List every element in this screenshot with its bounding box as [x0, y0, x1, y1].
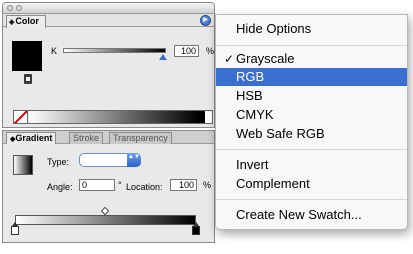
menu-item-label: RGB — [236, 69, 265, 84]
gradient-panel: ◆Gradient Stroke Transparency Type: ▲▼ A… — [2, 130, 215, 243]
menu-item-label: HSB — [236, 88, 263, 103]
gradient-bar[interactable] — [15, 215, 196, 225]
menu-separator — [216, 149, 407, 150]
type-label: Type: — [47, 157, 70, 167]
tab-stroke[interactable]: Stroke — [69, 132, 104, 144]
menu-separator — [216, 45, 407, 46]
tab-gradient-label: Gradient — [15, 133, 53, 143]
gradient-type-select[interactable]: ▲▼ — [79, 153, 141, 167]
k-slider-thumb[interactable] — [159, 54, 167, 60]
tab-color[interactable]: ◆Color — [6, 15, 46, 28]
menu-separator — [216, 199, 407, 200]
menu-item-hsb[interactable]: HSB — [216, 87, 407, 105]
menu-item-label: Invert — [236, 157, 269, 172]
color-tab-row: ◆Color ▶ — [3, 14, 214, 28]
menu-item-label: Web Safe RGB — [236, 126, 325, 141]
tab-transparency[interactable]: Transparency — [109, 132, 172, 144]
menu-item-cmyk[interactable]: CMYK — [216, 106, 407, 124]
gradient-stop-black[interactable] — [192, 222, 200, 235]
fill-color-swatch[interactable] — [12, 41, 42, 71]
close-dot-icon[interactable] — [7, 5, 13, 11]
menu-item-hide-options[interactable]: Hide Options — [216, 20, 407, 38]
gradient-preview — [13, 155, 33, 175]
menu-item-web-safe-rgb[interactable]: Web Safe RGB — [216, 125, 407, 143]
white-swatch[interactable] — [205, 111, 212, 123]
color-panel: ◆Color ▶ K % — [2, 2, 215, 128]
menu-item-label: Grayscale — [236, 51, 295, 66]
location-unit-label: % — [203, 180, 212, 190]
menu-item-label: Complement — [236, 176, 310, 191]
k-unit-label: % — [206, 46, 215, 56]
k-channel-label: K — [51, 46, 58, 56]
none-swatch-icon[interactable] — [14, 111, 28, 123]
menu-item-complement[interactable]: Complement — [216, 175, 407, 193]
color-ramp[interactable] — [13, 110, 213, 124]
gradient-midpoint-handle[interactable] — [100, 206, 110, 216]
location-label: Location: — [126, 182, 163, 192]
color-panel-menu: Hide Options ✓ Grayscale RGB HSB CMYK Web… — [215, 14, 408, 230]
k-value-input[interactable] — [174, 45, 199, 57]
gradient-tab-row: ◆Gradient Stroke Transparency — [3, 131, 214, 144]
degree-symbol: ° — [118, 180, 122, 190]
panel-menu-button[interactable]: ▶ — [200, 15, 211, 26]
menu-item-label: Hide Options — [236, 21, 312, 36]
menu-item-grayscale[interactable]: ✓ Grayscale — [216, 50, 407, 68]
tab-expand-icon: ◆ — [9, 19, 15, 26]
location-input[interactable] — [170, 179, 197, 191]
tab-gradient[interactable]: ◆Gradient — [6, 132, 57, 144]
checkmark-icon: ✓ — [224, 52, 235, 66]
angle-input[interactable] — [79, 179, 115, 191]
menu-item-label: CMYK — [236, 107, 274, 122]
select-arrows-icon: ▲▼ — [127, 153, 141, 167]
tab-color-label: Color — [15, 16, 39, 26]
menu-item-invert[interactable]: Invert — [216, 156, 407, 174]
grayscale-ramp[interactable] — [29, 111, 199, 123]
color-panel-titlebar[interactable] — [3, 3, 214, 14]
k-slider-track[interactable] — [63, 48, 166, 53]
gradient-stop-white[interactable] — [11, 222, 19, 235]
menu-item-rgb[interactable]: RGB — [216, 68, 407, 86]
minimize-dot-icon[interactable] — [16, 5, 22, 11]
out-of-gamut-icon[interactable] — [24, 74, 32, 84]
angle-label: Angle: — [47, 182, 73, 192]
menu-item-create-new-swatch[interactable]: Create New Swatch... — [216, 206, 407, 224]
menu-item-label: Create New Swatch... — [236, 207, 362, 222]
